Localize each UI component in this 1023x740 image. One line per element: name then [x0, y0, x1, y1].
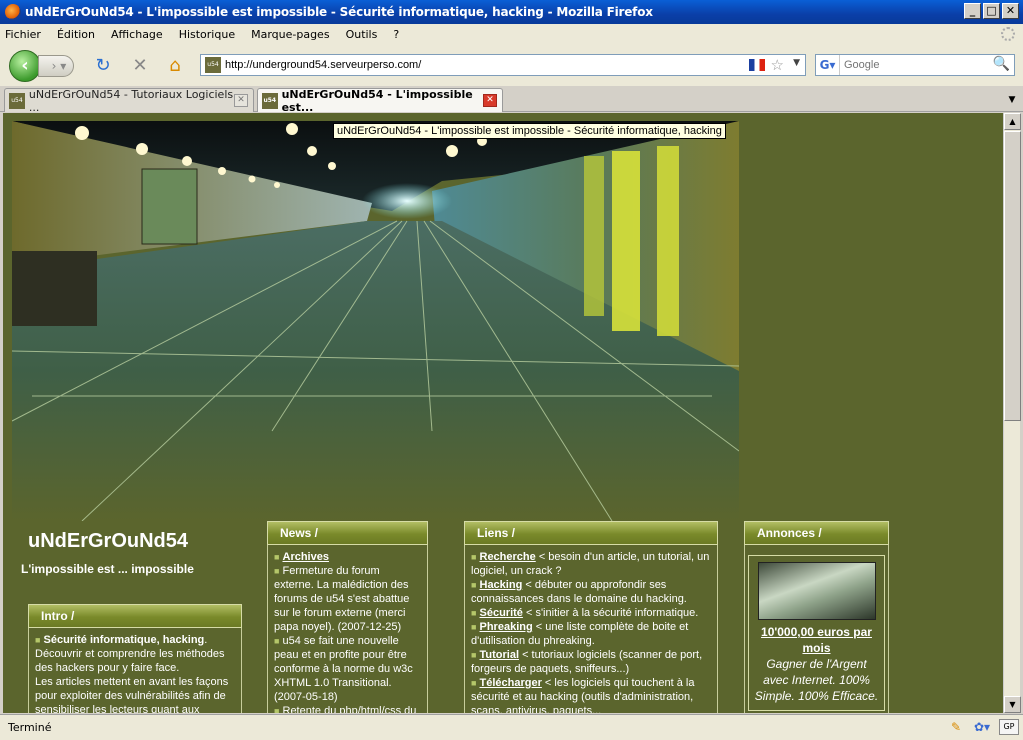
tab-favicon: u54 — [262, 92, 278, 109]
page-content: uNdErGrOuNd54 - L'impossible est impossi… — [3, 113, 1003, 713]
ad-block[interactable]: 10'000,00 euros par mois Gagner de l'Arg… — [748, 555, 885, 711]
intro-lead: Sécurité informatique, hacking — [43, 634, 205, 646]
liens-heading: Liens / — [464, 521, 718, 545]
vertical-scrollbar[interactable]: ▲ ▼ — [1003, 113, 1021, 713]
ad-text: Gagner de l'Argent avec Internet. 100% S… — [754, 657, 879, 703]
list-item: ■ Recherche < besoin d'un article, un tu… — [471, 551, 710, 577]
tab-bar: u54 uNdErGrOuNd54 - Tutoriaux Logiciels … — [0, 86, 1023, 114]
news-body: ■ Archives ■ Fermeture du forum externe.… — [267, 545, 428, 713]
intro-body: ■ Sécurité informatique, hacking. Découv… — [28, 628, 242, 713]
scroll-down-icon[interactable]: ▼ — [1004, 696, 1021, 713]
close-button[interactable]: ✕ — [1002, 3, 1019, 19]
news-heading: News / — [267, 521, 428, 545]
list-item: ■ Sécurité < s'initier à la sécurité inf… — [471, 607, 699, 619]
tab-label: uNdErGrOuNd54 - L'impossible est... — [281, 87, 473, 114]
minimize-button[interactable]: _ — [964, 3, 981, 19]
menu-outils[interactable]: Outils — [346, 28, 378, 41]
news-item: Retente du php/html/css du — [282, 705, 417, 713]
link-phreaking[interactable]: Phreaking — [480, 621, 533, 633]
tab-tutoriaux[interactable]: u54 uNdErGrOuNd54 - Tutoriaux Logiciels … — [4, 87, 254, 114]
url-text[interactable]: http://underground54.serveurperso.com/ — [225, 59, 421, 71]
title-bar: uNdErGrOuNd54 - L'impossible est impossi… — [0, 0, 1023, 24]
annonces-body: 10'000,00 euros par mois Gagner de l'Arg… — [744, 545, 889, 713]
site-favicon: u54 — [205, 57, 221, 73]
liens-box: Liens / ■ Recherche < besoin d'un articl… — [464, 521, 718, 713]
addon-icon[interactable]: ✿▾ — [973, 718, 991, 736]
throbber-icon — [1001, 27, 1015, 41]
menu-edition[interactable]: Édition — [57, 28, 95, 41]
site-subtitle: L'impossible est ... impossible — [21, 562, 194, 576]
status-text: Terminé — [8, 721, 52, 734]
menu-historique[interactable]: Historique — [179, 28, 235, 41]
news-box: News / ■ Archives ■ Fermeture du forum e… — [267, 521, 428, 713]
site-title: uNdErGrOuNd54 — [28, 530, 189, 552]
annonces-box: Annonces / 10'000,00 euros par mois Gagn… — [744, 521, 889, 713]
tab-close-icon[interactable]: ✕ — [234, 94, 248, 107]
money-image[interactable] — [757, 562, 876, 620]
forward-icon[interactable]: › ▾ — [38, 55, 74, 77]
link-tutorial[interactable]: Tutorial — [480, 649, 520, 661]
news-item: u54 se fait une nouvelle peau et en prof… — [274, 635, 413, 703]
search-bar: G▾ 🔍 — [815, 54, 1015, 76]
url-bar[interactable]: u54 http://underground54.serveurperso.co… — [200, 54, 806, 76]
annonces-heading: Annonces / — [744, 521, 889, 545]
ad-title[interactable]: 10'000,00 euros par mois — [753, 624, 880, 656]
list-item: ■ Hacking < débuter ou approfondir ses c… — [471, 579, 687, 605]
bookmark-star-icon[interactable]: ☆ — [771, 56, 784, 74]
menu-help[interactable]: ? — [393, 28, 399, 41]
scroll-thumb[interactable] — [1004, 131, 1021, 421]
tab-favicon: u54 — [9, 92, 25, 109]
menu-marque-pages[interactable]: Marque-pages — [251, 28, 329, 41]
window-title: uNdErGrOuNd54 - L'impossible est impossi… — [25, 5, 653, 19]
news-item: Fermeture du forum externe. La malédicti… — [274, 565, 410, 633]
tab-impossible[interactable]: u54 uNdErGrOuNd54 - L'impossible est... … — [257, 87, 503, 114]
stop-icon[interactable]: ✕ — [129, 55, 151, 77]
intro-text-2: Les articles mettent en avant les façons… — [35, 676, 229, 713]
navigation-toolbar: ‹ › ▾ ↻ ✕ ⌂ u54 http://underground54.ser… — [0, 45, 1023, 86]
banner-image — [12, 121, 739, 521]
scroll-up-icon[interactable]: ▲ — [1004, 113, 1021, 130]
list-item: ■ Phreaking < une liste complète de boit… — [471, 621, 689, 647]
home-icon[interactable]: ⌂ — [164, 55, 186, 77]
firefox-icon — [5, 4, 21, 20]
link-recherche[interactable]: Recherche — [480, 551, 536, 563]
menu-fichier[interactable]: Fichier — [5, 28, 41, 41]
intro-text: Découvrir et comprendre les méthodes des… — [35, 648, 225, 674]
status-bar: Terminé ✎ ✿▾ GP — [0, 714, 1023, 740]
link-desc: < s'initier à la sécurité informatique. — [522, 607, 699, 619]
tab-list-icon[interactable]: ▼ — [1003, 90, 1021, 110]
notes-icon[interactable]: ✎ — [947, 718, 965, 736]
tab-close-icon[interactable]: ✕ — [483, 94, 497, 107]
search-input[interactable] — [844, 59, 984, 71]
intro-heading: Intro / — [28, 604, 242, 628]
list-item: ■ Télécharger < les logiciels qui touche… — [471, 676, 711, 713]
link-securite[interactable]: Sécurité — [480, 607, 523, 619]
url-dropdown-icon[interactable]: ▼ — [793, 58, 800, 68]
menu-affichage[interactable]: Affichage — [111, 28, 163, 41]
link-telecharger[interactable]: Télécharger — [480, 677, 542, 689]
google-engine-icon[interactable]: G▾ — [816, 55, 840, 75]
list-item: ■ Tutorial < tutoriaux logiciels (scanne… — [471, 649, 703, 675]
tab-label: uNdErGrOuNd54 - Tutoriaux Logiciels - ..… — [28, 87, 241, 114]
gp-badge[interactable]: GP — [999, 719, 1019, 735]
search-icon[interactable]: 🔍 — [993, 56, 1010, 72]
maximize-button[interactable]: □ — [983, 3, 1000, 19]
france-flag-icon — [749, 59, 765, 71]
menu-bar: Fichier Édition Affichage Historique Mar… — [0, 24, 1023, 45]
intro-box: Intro / ■ Sécurité informatique, hacking… — [28, 604, 242, 713]
tooltip: uNdErGrOuNd54 - L'impossible est impossi… — [333, 123, 726, 139]
archives-link[interactable]: Archives — [283, 551, 329, 563]
reload-icon[interactable]: ↻ — [92, 55, 114, 77]
link-hacking[interactable]: Hacking — [480, 579, 523, 591]
back-icon[interactable]: ‹ — [9, 50, 41, 82]
liens-body: ■ Recherche < besoin d'un article, un tu… — [464, 545, 718, 713]
